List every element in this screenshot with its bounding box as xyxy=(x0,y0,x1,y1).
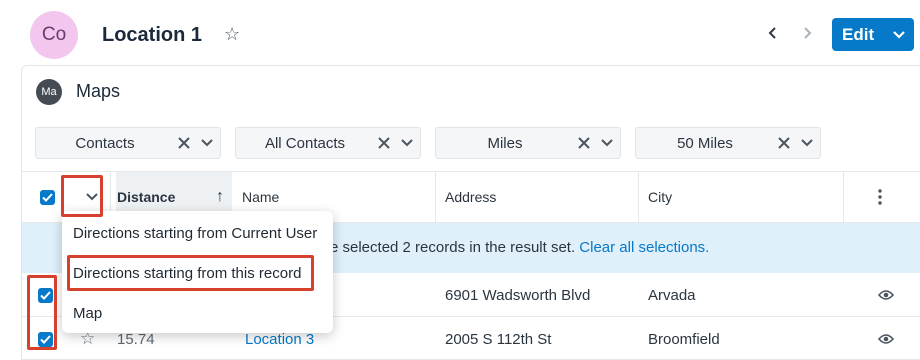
chevron-down-icon[interactable] xyxy=(594,139,620,147)
list-filter[interactable]: All Contacts xyxy=(235,127,421,159)
filter-value: 50 Miles xyxy=(677,134,733,152)
more-vertical-icon[interactable] xyxy=(878,172,882,222)
row-checkbox[interactable] xyxy=(38,317,53,360)
chevron-down-icon[interactable] xyxy=(794,139,820,147)
eye-icon[interactable] xyxy=(878,317,894,360)
radius-filter[interactable]: 50 Miles xyxy=(635,127,821,159)
dashlet-title: Maps xyxy=(76,81,121,101)
dashlet-avatar: Ma xyxy=(36,79,62,105)
address-cell: 2005 S 112th St xyxy=(445,330,552,348)
chevron-down-icon[interactable] xyxy=(194,139,220,147)
column-header-city[interactable]: City xyxy=(648,172,672,222)
module-filter[interactable]: Contacts xyxy=(35,127,221,159)
clear-selections-link[interactable]: Clear all selections. xyxy=(579,239,709,256)
column-label: Name xyxy=(242,189,280,205)
mass-actions-menu: Directions starting from Current User Di… xyxy=(62,211,333,333)
clear-icon[interactable] xyxy=(774,137,794,149)
previous-record-icon[interactable] xyxy=(766,24,780,45)
checkbox-checked-icon[interactable] xyxy=(40,189,55,205)
record-title: Location 1 xyxy=(102,24,203,46)
banner-message: e selected 2 records in the result set. xyxy=(330,239,580,256)
clear-icon[interactable] xyxy=(574,137,594,149)
row-checkbox[interactable] xyxy=(38,273,53,317)
edit-actions-chevron-down-icon[interactable] xyxy=(884,30,914,40)
eye-icon[interactable] xyxy=(878,273,894,317)
checkbox-checked-icon[interactable] xyxy=(38,287,53,303)
menu-item-directions-from-current-user[interactable]: Directions starting from Current User xyxy=(73,225,317,242)
favorite-star-icon[interactable]: ☆ xyxy=(224,24,240,45)
city-cell: Broomfield xyxy=(648,330,720,348)
filter-value: Contacts xyxy=(75,134,135,152)
unit-filter[interactable]: Miles xyxy=(435,127,621,159)
chevron-down-icon[interactable] xyxy=(394,139,420,147)
address-cell: 6901 Wadsworth Blvd xyxy=(445,286,591,304)
column-label: Distance xyxy=(117,189,176,205)
city-cell: Arvada xyxy=(648,286,696,304)
filter-value: All Contacts xyxy=(264,134,346,152)
column-divider xyxy=(843,172,844,222)
clear-icon[interactable] xyxy=(174,137,194,149)
column-divider xyxy=(638,172,639,222)
column-divider xyxy=(435,172,436,222)
select-all-checkbox[interactable] xyxy=(40,172,55,222)
record-avatar: Co xyxy=(30,11,78,59)
checkbox-checked-icon[interactable] xyxy=(38,331,53,347)
column-label: City xyxy=(648,189,673,205)
menu-item-directions-from-this-record[interactable]: Directions starting from this record xyxy=(73,265,301,282)
filter-value: Miles xyxy=(487,134,523,152)
clear-icon[interactable] xyxy=(374,137,394,149)
edit-button-group[interactable]: Edit xyxy=(832,18,914,51)
selection-banner-text: e selected 2 records in the result set. … xyxy=(330,239,709,256)
column-header-address[interactable]: Address xyxy=(445,172,496,222)
next-record-icon[interactable] xyxy=(800,24,814,45)
edit-button[interactable]: Edit xyxy=(832,25,884,45)
menu-item-map[interactable]: Map xyxy=(73,305,102,322)
sort-asc-icon[interactable]: ↑ xyxy=(216,188,224,206)
column-label: Address xyxy=(445,189,497,205)
